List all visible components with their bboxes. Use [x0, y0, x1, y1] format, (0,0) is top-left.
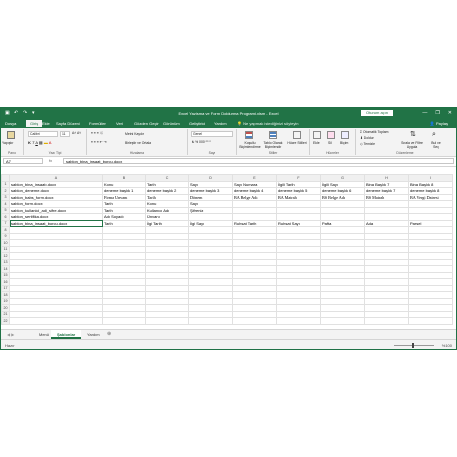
- excel-window: ▣ ↶ ↷ ▾ Excel Yazisma ve Form Doldurma P…: [0, 107, 457, 350]
- close-button[interactable]: ✕: [448, 110, 452, 116]
- fill-label: Doldur: [363, 136, 374, 140]
- group-font: Calibri 11 A˄ A˅ K T A ▦ ▬ A Yazı Tipi: [24, 129, 87, 155]
- sheet-nav-arrows[interactable]: ◀ ▶: [7, 332, 14, 337]
- sheet-tab-2[interactable]: Yardım: [81, 330, 106, 339]
- cell[interactable]: [145, 317, 189, 325]
- paste-button[interactable]: Yapıştır: [2, 141, 13, 145]
- group-cells: Ekle Sil Biçim Hücreler: [310, 129, 356, 155]
- share-label: Paylaş: [435, 121, 448, 126]
- window-controls: — ❐ ✕: [422, 110, 452, 116]
- tab-3[interactable]: Sayfa Düzeni: [56, 121, 80, 126]
- delete-cells-button[interactable]: Sil: [328, 141, 332, 145]
- format-table-icon[interactable]: [269, 131, 277, 139]
- group-label: Düzenleme: [396, 151, 414, 155]
- name-box[interactable]: A7: [3, 158, 43, 164]
- delete-cells-icon[interactable]: [327, 131, 335, 139]
- tell-me-text: Ne yapmak istediğinizi söyleyin: [243, 121, 299, 126]
- cell[interactable]: [9, 317, 103, 325]
- autosum-label: Otomatik Toplam: [363, 130, 389, 134]
- font-name-select[interactable]: Calibri: [28, 131, 58, 137]
- number-format-select[interactable]: Genel: [191, 131, 233, 137]
- minimize-button[interactable]: —: [422, 110, 427, 116]
- group-styles: Koşullu Biçimlendirme Tablo Olarak Biçim…: [237, 129, 310, 155]
- format-cells-button[interactable]: Biçim: [340, 141, 348, 145]
- table-row: 22: [1, 317, 453, 325]
- fx-icon[interactable]: fx: [49, 158, 52, 163]
- cell[interactable]: [276, 317, 321, 325]
- new-sheet-button[interactable]: ⊕: [107, 331, 111, 337]
- group-number: Genel ₺ % 000 ⁰⁰ ⁰ Sayı: [188, 129, 237, 155]
- group-label: Pano: [8, 151, 16, 155]
- wrap-text-button[interactable]: Metni Kaydır: [125, 132, 144, 136]
- cell[interactable]: [232, 317, 277, 325]
- cell[interactable]: [320, 317, 365, 325]
- font-size-select[interactable]: 11: [60, 131, 70, 137]
- row-header[interactable]: 22: [1, 317, 10, 325]
- group-label: Hücreler: [326, 151, 339, 155]
- ribbon-tabs: 💡 Ne yapmak istediğinizi söyleyin 👤 Payl…: [1, 119, 456, 128]
- align-icons-bottom[interactable]: ≡ ≡ ≡ ⇤ ⇥: [91, 140, 106, 144]
- tab-2[interactable]: Ekle: [42, 121, 50, 126]
- tab-6[interactable]: Gözden Geçir: [134, 121, 159, 126]
- cell-styles-button[interactable]: Hücre Stilleri: [287, 141, 307, 145]
- format-cells-icon[interactable]: [341, 131, 349, 139]
- tab-5[interactable]: Veri: [116, 121, 123, 126]
- tab-4[interactable]: Formüller: [89, 121, 106, 126]
- sort-filter-button[interactable]: Sırala ve Filtre Uygula: [400, 141, 424, 149]
- zoom-slider-handle[interactable]: [412, 343, 414, 348]
- sort-filter-icon[interactable]: ⇅: [410, 131, 418, 139]
- group-clipboard: Yapıştır Pano: [1, 129, 24, 155]
- fill-button[interactable]: ⬇ Doldur: [360, 136, 374, 140]
- group-label: Stiller: [268, 151, 278, 155]
- cell-styles-icon[interactable]: [293, 131, 301, 139]
- tab-0[interactable]: Dosya: [5, 121, 16, 126]
- font-grow-icon[interactable]: A˄ A˅: [72, 131, 81, 135]
- format-table-button[interactable]: Tablo Olarak Biçimlendir: [262, 141, 284, 149]
- tell-me-box[interactable]: 💡 Ne yapmak istediğinizi söyleyin: [237, 121, 298, 126]
- ribbon: Yapıştır Pano Calibri 11 A˄ A˅ K T A ▦ ▬…: [1, 128, 456, 157]
- title-bar: ▣ ↶ ↷ ▾ Excel Yazisma ve Form Doldurma P…: [1, 108, 456, 119]
- clear-button[interactable]: ◇ Temizle: [360, 142, 375, 146]
- tab-9[interactable]: Yardım: [214, 121, 227, 126]
- clear-label: Temizle: [363, 142, 376, 146]
- find-select-icon[interactable]: ⌕: [432, 131, 440, 139]
- sign-in-button[interactable]: Oturum açın: [361, 110, 394, 116]
- find-select-button[interactable]: Bul ve Seç: [428, 141, 444, 149]
- align-icons-top[interactable]: ≡ ≡ ≡ ⤭: [91, 131, 102, 135]
- group-label: Sayı: [208, 151, 216, 155]
- tab-7[interactable]: Görünüm: [163, 121, 180, 126]
- cell[interactable]: [408, 317, 453, 325]
- cell[interactable]: [364, 317, 409, 325]
- restore-button[interactable]: ❐: [435, 110, 439, 116]
- share-button[interactable]: 👤 Paylaş: [430, 121, 448, 126]
- status-ready: Hazır: [5, 343, 15, 348]
- merge-center-button[interactable]: Birleştir ve Ortala: [125, 141, 151, 145]
- number-format-icons[interactable]: ₺ % 000 ⁰⁰ ⁰: [192, 140, 211, 144]
- group-label: Hizalama: [129, 151, 145, 155]
- formula-bar: A7 fx sablon_bina_insaat_borcu.docx: [1, 157, 456, 167]
- spreadsheet-grid[interactable]: ABCDEFGHI 1 sablon_bina_insaatı.docx Konu T…: [1, 174, 456, 329]
- group-editing: Σ Otomatik Toplam ⬇ Doldur ◇ Temizle ⇅ S…: [356, 129, 454, 155]
- paste-icon[interactable]: [7, 131, 15, 139]
- conditional-format-button[interactable]: Koşullu Biçimlendirme: [238, 141, 262, 149]
- tab-1[interactable]: Giriş: [26, 120, 43, 127]
- sheet-tab-1[interactable]: Şablonlar: [51, 330, 82, 339]
- autosum-button[interactable]: Σ Otomatik Toplam: [360, 130, 388, 134]
- group-label: Yazı Tipi: [48, 151, 62, 155]
- cell[interactable]: [188, 317, 233, 325]
- formula-input[interactable]: sablon_bina_insaat_borcu.docx: [63, 158, 454, 164]
- tab-8[interactable]: Geliştirici: [189, 121, 205, 126]
- cell[interactable]: [102, 317, 146, 325]
- insert-cells-button[interactable]: Ekle: [313, 141, 320, 145]
- cell-table[interactable]: ABCDEFGHI 1 sablon_bina_insaatı.docx Konu T…: [1, 174, 453, 325]
- status-bar: Hazır %100: [1, 339, 456, 349]
- zoom-level[interactable]: %100: [442, 343, 452, 348]
- conditional-format-icon[interactable]: [245, 131, 253, 139]
- group-alignment: ≡ ≡ ≡ ⤭ ≡ ≡ ≡ ⇤ ⇥ Metni Kaydır Birleştir…: [87, 129, 188, 155]
- zoom-slider[interactable]: [394, 345, 434, 346]
- font-style-buttons[interactable]: K T A ▦ ▬ A: [28, 140, 51, 145]
- insert-cells-icon[interactable]: [313, 131, 321, 139]
